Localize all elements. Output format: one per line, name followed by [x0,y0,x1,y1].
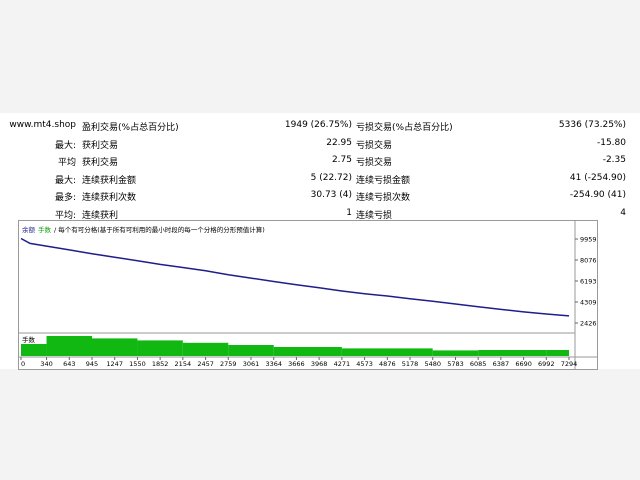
x-tick-label: 0 [21,360,25,368]
y-tick-label: 4309 [580,299,597,307]
x-tick-label: 5480 [424,360,441,368]
y-tick-label: 8076 [580,256,597,264]
max-loss-value: -15.80 [596,137,626,148]
consec-loss-count-value: -254.90 (41) [569,190,626,200]
stats-row: 平均 获利交易 2.75 亏损交易 -2.35 [0,153,640,171]
x-tick-label: 4271 [334,360,351,368]
x-tick-label: 6387 [493,360,510,368]
loss-trades-value: 5336 (73.25%) [558,120,626,130]
profit-trades-value: 1949 (26.75%) [284,120,352,130]
row-label: 最大: [54,175,76,186]
volume-bar [91,338,138,356]
volume-bar [478,350,547,356]
chart-header-lots: 手数 [38,225,52,234]
row-label: 最大: [54,140,76,151]
stats-table: www.mt4.shop 盈利交易(%占总百分比) 1949 (26.75%) … [0,118,640,223]
x-tick-label: 7294 [561,360,578,368]
volume-bars [21,336,569,356]
chart-svg: 9959 8076 6193 4309 2426 0 340 643 945 1247 1550 1… [19,221,597,369]
row-label: 平均: [54,210,76,221]
row-label: 平均 [57,158,76,168]
volume-bar [341,348,433,356]
x-tick-label: 2457 [197,360,214,368]
volume-bar [182,342,229,356]
avg-consec-loss-value: 4 [620,207,626,218]
x-tick-label: 6690 [515,360,532,368]
x-tick-label: 5178 [402,360,419,368]
consec-profit-amount-label: 连续获利金额 [82,175,137,186]
y-axis-ticks: 9959 8076 6193 4309 2426 [575,236,597,328]
x-tick-label: 5783 [447,360,464,368]
x-tick-label: 340 [40,360,52,368]
volume-bar [21,344,47,356]
x-tick-label: 3364 [265,360,282,368]
avg-loss-label: 亏损交易 [356,158,393,168]
max-profit-label: 获利交易 [82,140,119,151]
balance-line [20,237,570,317]
consec-loss-amount-value: 41 (-254.90) [569,172,626,183]
x-tick-label: 4573 [356,360,373,368]
x-tick-label: 643 [63,360,75,368]
profit-trades-label: 盈利交易(%占总百分比) [82,123,179,133]
avg-consec-loss-label: 连续亏损 [356,210,393,221]
x-tick-label: 1550 [129,360,146,368]
stats-row: www.mt4.shop 盈利交易(%占总百分比) 1949 (26.75%) … [0,118,640,136]
max-loss-label: 亏损交易 [356,140,393,151]
x-tick-label: 2154 [175,360,192,368]
row-label: 最多: [54,193,76,203]
loss-trades-label: 亏损交易(%占总百分比) [356,123,453,133]
avg-consec-profit-label: 连续获利 [82,210,119,221]
volume-bar [546,350,569,356]
consec-loss-count-label: 连续亏损次数 [356,193,411,203]
x-tick-label: 3666 [288,360,305,368]
x-tick-label: 945 [86,360,98,368]
stats-row: 最多: 连续获利次数 30.73 (4) 连续亏损次数 -254.90 (41) [0,188,640,206]
max-profit-value: 22.95 [326,137,352,148]
consec-profit-count-value: 30.73 (4) [310,190,352,200]
avg-profit-value: 2.75 [331,155,352,165]
x-tick-label: 4876 [379,360,396,368]
avg-consec-profit-value: 1 [346,207,352,218]
y-tick-label: 2426 [580,320,597,328]
consec-profit-amount-value: 5 (22.72) [310,172,352,183]
stats-row: 最大: 获利交易 22.95 亏损交易 -15.80 [0,136,640,154]
x-tick-label: 1247 [106,360,123,368]
x-tick-label: 6085 [470,360,487,368]
x-tick-label: 3968 [311,360,328,368]
x-tick-label: 1852 [152,360,169,368]
x-axis-ticks: 0 340 643 945 1247 1550 1852 2154 2457 2759 3061 33… [20,357,578,368]
volume-bar [228,345,274,356]
consec-loss-amount-label: 连续亏损金额 [356,175,411,186]
consec-profit-count-label: 连续获利次数 [82,193,137,203]
y-tick-label: 9959 [580,236,597,244]
avg-profit-label: 获利交易 [82,158,119,168]
row-label: www.mt4.shop [9,120,76,130]
volume-bar [273,347,342,356]
avg-loss-value: -2.35 [602,155,626,165]
chart-header-balance: 余额 [22,225,36,234]
stats-row: 最大: 连续获利金额 5 (22.72) 连续亏损金额 41 (-254.90) [0,171,640,189]
volume-bar [137,340,183,356]
chart-header-note: / 每个有可分格(基于所有可利用的最小时段的每一个分格的分形预值计算) [54,225,265,234]
x-tick-label: 3061 [243,360,260,368]
x-tick-label: 6992 [538,360,555,368]
x-tick-label: 2759 [220,360,237,368]
volume-bar [46,336,92,356]
volume-label: 手数 [22,335,36,344]
volume-bar [432,350,479,356]
balance-chart: 9959 8076 6193 4309 2426 0 340 643 945 1247 1550 1… [18,220,598,370]
y-tick-label: 6193 [580,277,597,285]
